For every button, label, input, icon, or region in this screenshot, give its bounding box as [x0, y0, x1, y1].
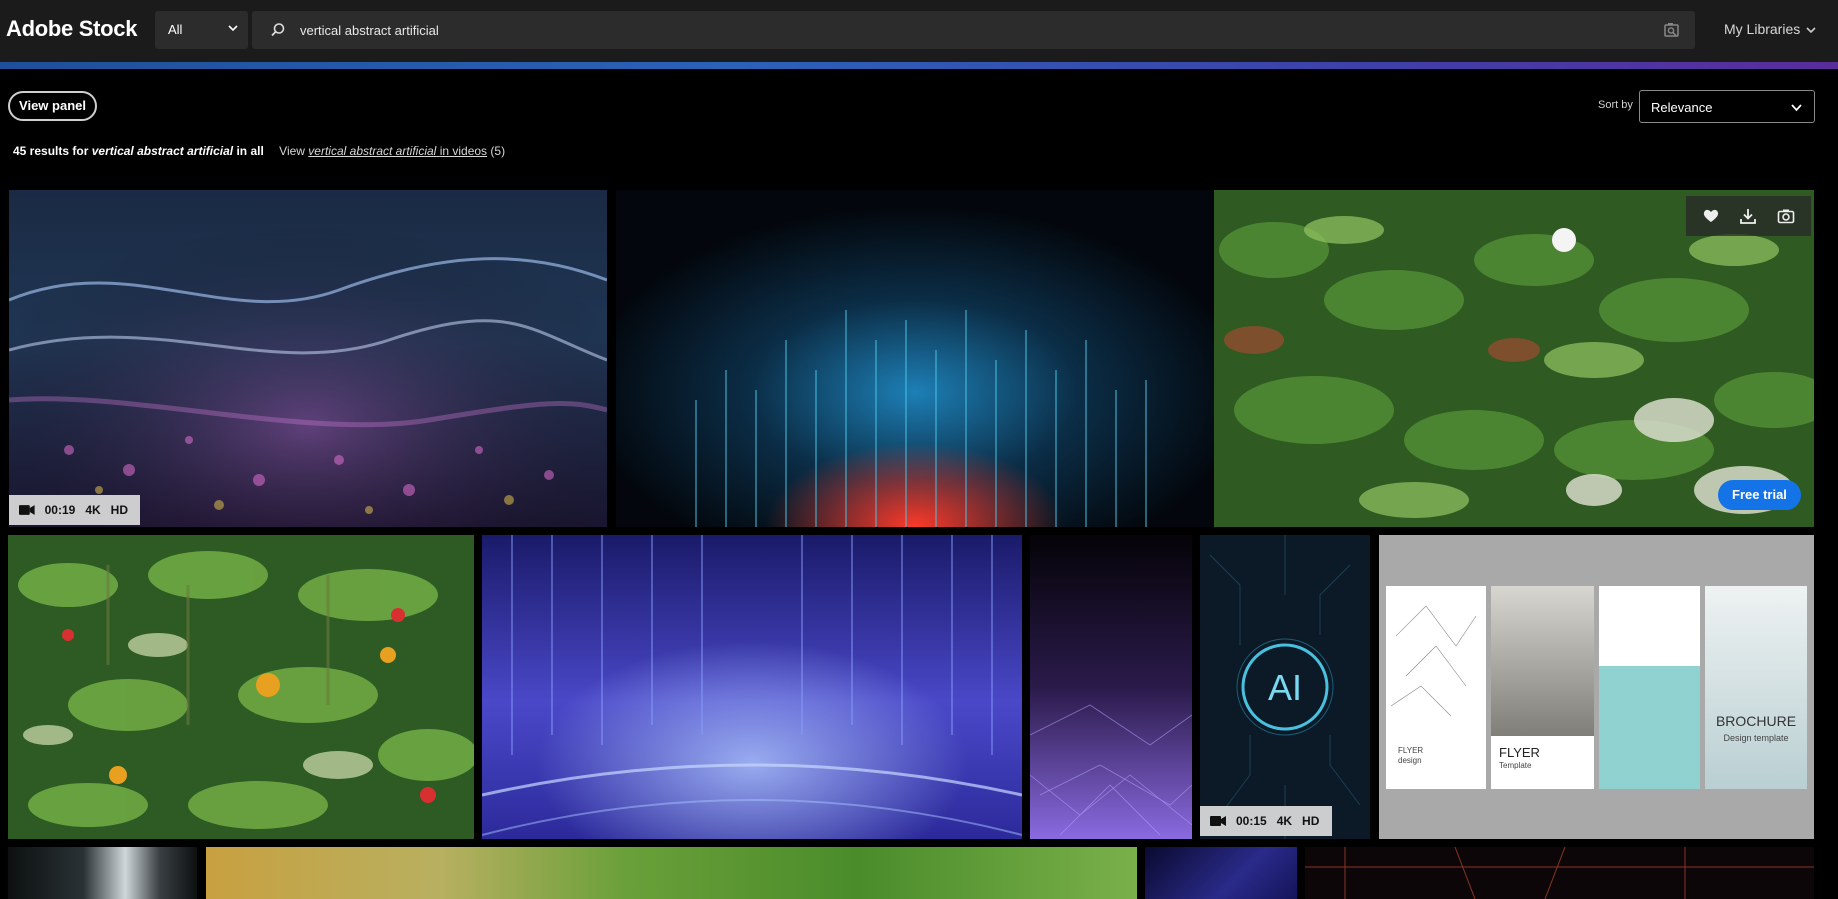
tile-green-plant-wall[interactable]: Free trial	[1214, 190, 1814, 527]
ai-circuit-image: AI	[1200, 535, 1370, 839]
camera-icon[interactable]	[1777, 207, 1795, 225]
template-card: FLYER Template	[1491, 586, 1594, 789]
tile-waterfall[interactable]	[8, 847, 197, 899]
results-query: vertical abstract artificial	[91, 144, 234, 158]
video-badge: 00:15 4K HD	[1200, 806, 1332, 836]
video-duration: 00:15	[1236, 814, 1267, 828]
brand-gradient-divider	[0, 62, 1838, 69]
purple-tunnel-image	[482, 535, 1022, 839]
card-image	[1491, 586, 1594, 736]
video-res-4k: 4K	[1276, 814, 1293, 828]
top-bar: Adobe Stock All My Libraries	[0, 0, 1838, 62]
ai-logo-text: AI	[1268, 667, 1302, 708]
purple-network-image	[1030, 535, 1192, 839]
tile-green-field[interactable]	[206, 847, 1137, 899]
card-subtitle: Design template	[1723, 733, 1789, 743]
video-res-hd: HD	[110, 503, 128, 517]
card-image	[1599, 666, 1700, 789]
view-label: View	[279, 144, 305, 158]
chevron-down-icon	[228, 25, 238, 32]
video-camera-icon	[19, 505, 35, 515]
my-libraries-menu[interactable]: My Libraries	[1724, 21, 1800, 37]
tile-brochure-templates[interactable]: FLYER design FLYER Template BROCHURE Des…	[1379, 535, 1814, 839]
template-card: BROCHURE Design template	[1705, 586, 1807, 789]
tile-hover-actions	[1686, 196, 1811, 236]
template-card: FLYER design	[1386, 586, 1486, 789]
blue-light-lines-image	[616, 190, 1214, 527]
flower-wall-image	[8, 535, 474, 839]
filter-value: All	[168, 22, 183, 37]
tile-blue-lines[interactable]	[1145, 847, 1297, 899]
heart-icon[interactable]	[1702, 207, 1720, 225]
template-card	[1599, 586, 1700, 789]
free-trial-button[interactable]: Free trial	[1718, 480, 1801, 510]
card-title: FLYER	[1499, 745, 1540, 760]
tile-particle-wave-video[interactable]: 00:19 4K HD	[9, 190, 607, 527]
video-duration: 00:19	[44, 503, 76, 517]
download-icon[interactable]	[1739, 207, 1757, 225]
view-panel-button[interactable]: View panel	[8, 91, 97, 121]
video-camera-icon	[1210, 816, 1226, 826]
tile-purple-network[interactable]	[1030, 535, 1192, 839]
particle-wave-image	[9, 190, 607, 527]
card-subtitle: Template	[1499, 761, 1532, 770]
video-results-link[interactable]: vertical abstract artificial in videos	[308, 144, 487, 158]
tile-purple-light-tunnel[interactable]	[482, 535, 1022, 839]
visual-search-icon[interactable]	[1663, 21, 1681, 39]
content-type-filter[interactable]: All	[155, 11, 248, 49]
tile-blue-light-lines[interactable]	[616, 190, 1214, 527]
search-bar	[252, 11, 1695, 49]
sort-value: Relevance	[1651, 100, 1713, 115]
sort-select[interactable]: Relevance	[1639, 90, 1815, 123]
results-count: 45 results for	[13, 144, 89, 158]
network-graphic	[1390, 605, 1477, 717]
search-input[interactable]	[300, 11, 1600, 49]
video-query[interactable]: vertical abstract artificial	[308, 144, 436, 158]
sort-label: Sort by	[1598, 99, 1633, 111]
card-title: BROCHURE	[1715, 713, 1797, 729]
video-badge: 00:19 4K HD	[9, 495, 140, 525]
video-count: (5)	[490, 144, 506, 158]
video-scope[interactable]: in videos	[440, 144, 487, 158]
chevron-down-icon	[1791, 104, 1802, 112]
plant-wall-image	[1214, 190, 1814, 527]
video-res-hd: HD	[1302, 814, 1320, 828]
results-summary: 45 results for vertical abstract artific…	[13, 144, 505, 158]
card-subtitle: design	[1398, 756, 1422, 765]
tile-orange-grid[interactable]	[1305, 847, 1814, 899]
search-icon[interactable]	[270, 22, 286, 38]
tile-ai-circuit-video[interactable]: AI 00:15 4K HD	[1200, 535, 1370, 839]
orange-grid-image	[1305, 847, 1814, 899]
chevron-down-icon[interactable]	[1806, 25, 1816, 35]
tile-tropical-flower-wall[interactable]	[8, 535, 474, 839]
video-res-4k: 4K	[85, 503, 101, 517]
brand-logo[interactable]: Adobe Stock	[6, 16, 137, 42]
card-title: FLYER	[1398, 746, 1424, 755]
results-scope: in all	[236, 144, 264, 158]
